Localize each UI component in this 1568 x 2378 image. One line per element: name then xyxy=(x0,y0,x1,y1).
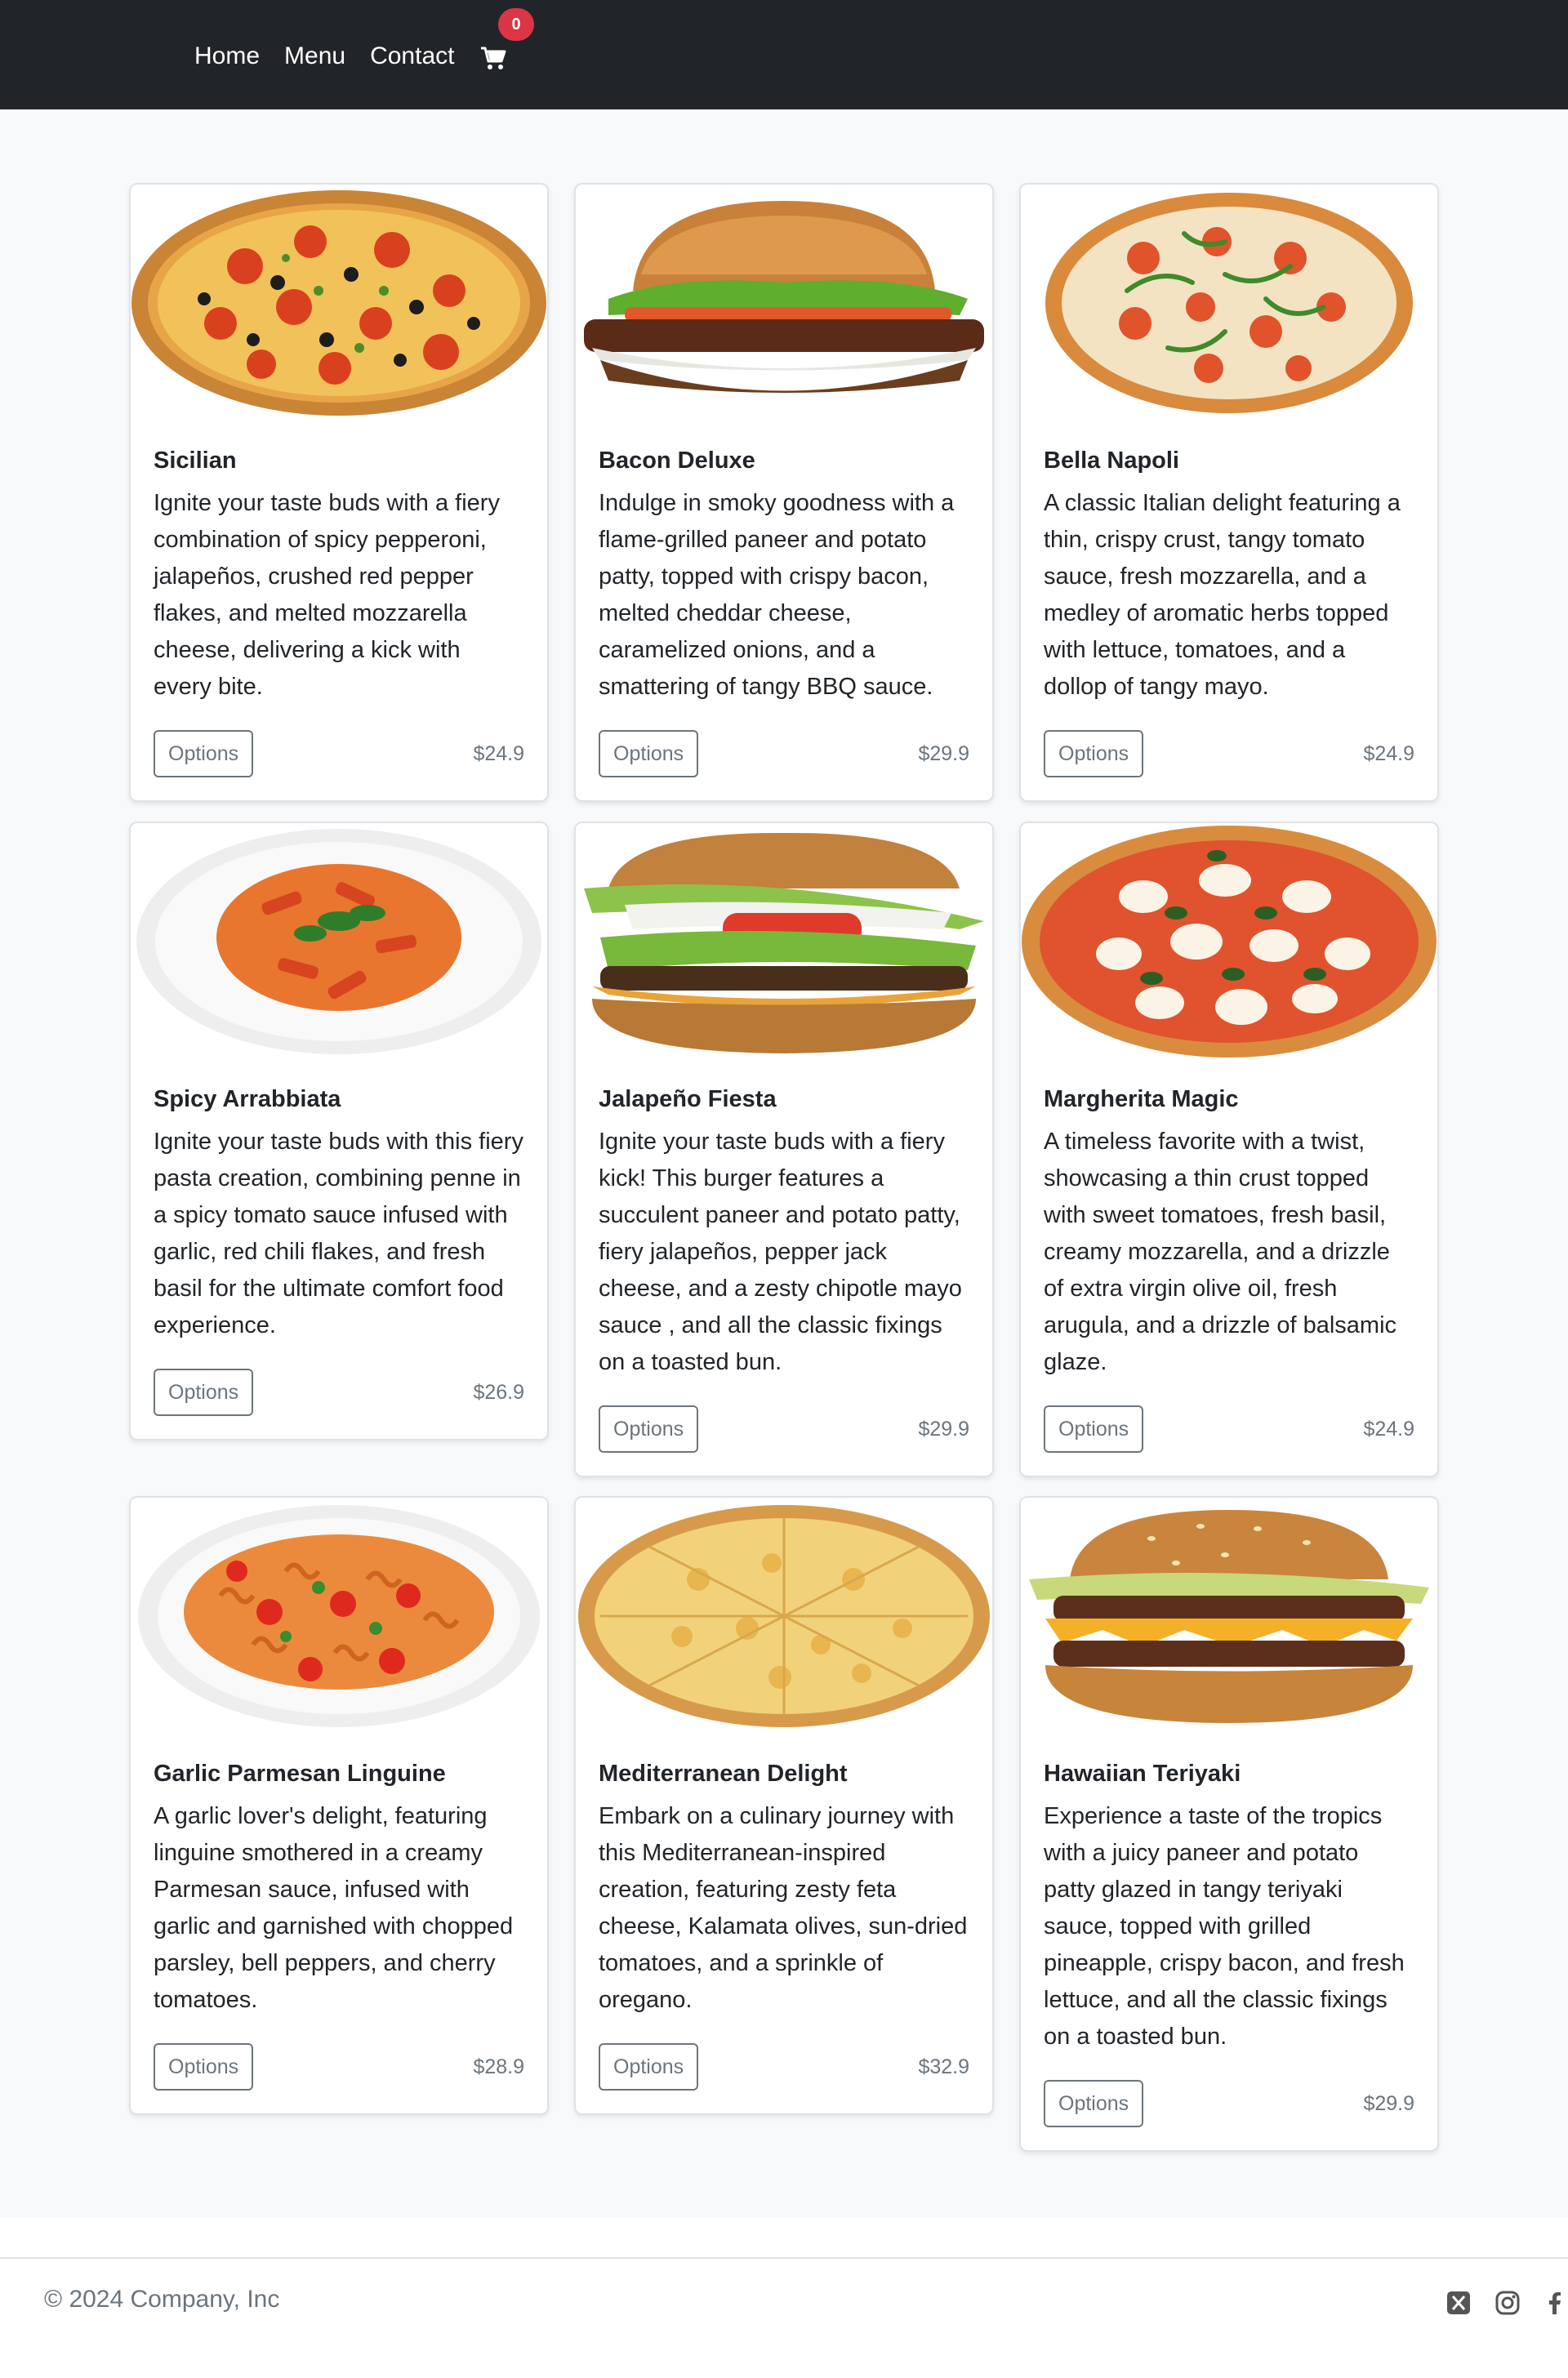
options-button[interactable]: Options xyxy=(154,2043,254,2091)
price-label: $24.9 xyxy=(1363,1417,1414,1441)
burger-double-cheese-image xyxy=(1021,1498,1437,1735)
card-description: Ignite your taste buds with a fiery comb… xyxy=(154,490,500,700)
shopping-cart-icon[interactable] xyxy=(480,46,506,72)
card-description: Indulge in smoky goodness with a flame-g… xyxy=(599,490,955,700)
price-label: $26.9 xyxy=(473,1380,524,1404)
pasta-fusilli-image xyxy=(131,1498,547,1735)
card-footer: Options $24.9 xyxy=(154,730,524,777)
card-body: Jalapeño Fiesta Ignite your taste buds w… xyxy=(576,1060,992,1476)
card-title: Mediterranean Delight xyxy=(599,1761,848,1787)
pizza-arugula-image xyxy=(1021,185,1437,421)
card-body: Sicilian Ignite your taste buds with a f… xyxy=(131,421,547,800)
card-footer: Options $32.9 xyxy=(599,2043,969,2091)
menu-card-mediterranean-delight: Mediterranean Delight Embark on a culina… xyxy=(574,1496,994,2115)
card-description: A classic Italian delight featuring a th… xyxy=(1044,490,1401,700)
card-body: Bella Napoli A classic Italian delight f… xyxy=(1021,421,1437,800)
menu-card-jalapeno-fiesta: Jalapeño Fiesta Ignite your taste buds w… xyxy=(574,822,994,1477)
card-footer: Options $29.9 xyxy=(1044,2080,1414,2127)
card-title: Bacon Deluxe xyxy=(599,448,755,474)
menu-card-margherita-magic: Margherita Magic A timeless favorite wit… xyxy=(1019,822,1439,1477)
card-title: Sicilian xyxy=(154,448,237,474)
price-label: $29.9 xyxy=(1363,2091,1414,2115)
card-description: A timeless favorite with a twist, showca… xyxy=(1044,1129,1397,1375)
instagram-icon[interactable] xyxy=(1494,2290,1521,2316)
menu-card-sicilian: Sicilian Ignite your taste buds with a f… xyxy=(129,183,549,802)
options-button[interactable]: Options xyxy=(154,730,254,777)
card-footer: Options $24.9 xyxy=(1044,730,1414,777)
card-title: Margherita Magic xyxy=(1044,1086,1239,1112)
options-button[interactable]: Options xyxy=(599,1405,699,1453)
price-label: $32.9 xyxy=(918,2055,969,2078)
nav-link-home[interactable]: Home xyxy=(194,39,260,73)
card-title: Bella Napoli xyxy=(1044,448,1179,474)
nav-link-menu[interactable]: Menu xyxy=(284,39,345,73)
card-title: Spicy Arrabbiata xyxy=(154,1086,341,1112)
card-footer: Options $28.9 xyxy=(154,2043,524,2091)
card-body: Spicy Arrabbiata Ignite your taste buds … xyxy=(131,1060,547,1439)
card-body: Hawaiian Teriyaki Experience a taste of … xyxy=(1021,1735,1437,2150)
menu-card-spicy-arrabbiata: Spicy Arrabbiata Ignite your taste buds … xyxy=(129,822,549,1441)
menu-card-hawaiian-teriyaki: Hawaiian Teriyaki Experience a taste of … xyxy=(1019,1496,1439,2152)
card-title: Jalapeño Fiesta xyxy=(599,1086,777,1112)
menu-card-bacon-deluxe: Bacon Deluxe Indulge in smoky goodness w… xyxy=(574,183,994,802)
burger-bacon-image xyxy=(576,185,992,421)
price-label: $24.9 xyxy=(473,741,524,765)
options-button[interactable]: Options xyxy=(599,2043,699,2091)
card-body: Garlic Parmesan Linguine A garlic lover'… xyxy=(131,1735,547,2113)
footer-divider xyxy=(0,2257,1568,2259)
pizza-pepperoni-image xyxy=(131,185,547,421)
card-body: Bacon Deluxe Indulge in smoky goodness w… xyxy=(576,421,992,800)
price-label: $29.9 xyxy=(918,1417,969,1441)
options-button[interactable]: Options xyxy=(154,1369,254,1416)
pizza-margherita-image xyxy=(1021,823,1437,1060)
x-icon[interactable] xyxy=(1446,2290,1472,2316)
card-footer: Options $26.9 xyxy=(154,1369,524,1416)
facebook-icon[interactable] xyxy=(1542,2290,1568,2316)
options-button[interactable]: Options xyxy=(1044,2080,1144,2127)
pizza-cheese-image xyxy=(576,1498,992,1735)
nav-links: Home Menu Contact xyxy=(194,39,479,73)
card-title: Hawaiian Teriyaki xyxy=(1044,1761,1241,1787)
menu-card-garlic-parmesan-linguine: Garlic Parmesan Linguine A garlic lover'… xyxy=(129,1496,549,2115)
footer: © 2024 Company, Inc xyxy=(0,2218,1568,2378)
card-body: Mediterranean Delight Embark on a culina… xyxy=(576,1735,992,2113)
card-description: Embark on a culinary journey with this M… xyxy=(599,1803,968,2013)
card-footer: Options $29.9 xyxy=(599,730,969,777)
options-button[interactable]: Options xyxy=(1044,730,1144,777)
card-footer: Options $29.9 xyxy=(599,1405,969,1453)
navbar: Home Menu Contact 0 xyxy=(0,0,1568,109)
menu-card-bella-napoli: Bella Napoli A classic Italian delight f… xyxy=(1019,183,1439,802)
options-button[interactable]: Options xyxy=(1044,1405,1144,1453)
pasta-penne-image xyxy=(131,823,547,1060)
options-button[interactable]: Options xyxy=(599,730,699,777)
card-description: Ignite your taste buds with this fiery p… xyxy=(154,1129,523,1338)
price-label: $24.9 xyxy=(1363,741,1414,765)
nav-link-contact[interactable]: Contact xyxy=(370,39,454,73)
cart-count-badge: 0 xyxy=(498,8,534,41)
card-description: Ignite your taste buds with a fiery kick… xyxy=(599,1129,962,1375)
price-label: $28.9 xyxy=(473,2055,524,2078)
card-footer: Options $24.9 xyxy=(1044,1405,1414,1453)
card-description: A garlic lover's delight, featuring ling… xyxy=(154,1803,514,2013)
card-description: Experience a taste of the tropics with a… xyxy=(1044,1803,1405,2050)
card-title: Garlic Parmesan Linguine xyxy=(154,1761,446,1787)
copyright-text: © 2024 Company, Inc xyxy=(44,2286,280,2313)
price-label: $29.9 xyxy=(918,741,969,765)
burger-lettuce-image xyxy=(576,823,992,1060)
card-body: Margherita Magic A timeless favorite wit… xyxy=(1021,1060,1437,1476)
